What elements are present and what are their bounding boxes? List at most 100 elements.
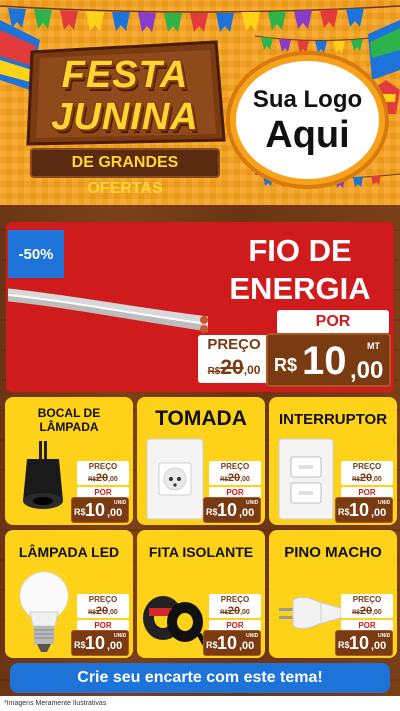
- price-tag: R$ 10 ,00 UNID: [71, 630, 129, 656]
- price-currency: R$: [206, 507, 218, 517]
- product-card[interactable]: FITA ISOLANTE PREÇO R$20,00 POR R$ 10 ,0…: [137, 530, 265, 658]
- old-price-dec: ,00: [108, 476, 118, 483]
- price-tag: R$ 10 ,00 UNID: [335, 497, 393, 523]
- festa-junina-title-board: FESTA JUNINA DE GRANDES OFERTAS: [20, 32, 230, 197]
- hero-unit: MT: [367, 341, 380, 351]
- price-currency: R$: [74, 507, 86, 517]
- create-flyer-button[interactable]: Crie seu encarte com este tema!: [10, 663, 390, 693]
- old-price-dec: ,00: [372, 476, 382, 483]
- price-int: 10: [85, 633, 106, 653]
- product-card[interactable]: PINO MACHO PREÇO R$20,00 POR R$ 10 ,00 U…: [269, 530, 397, 658]
- old-price: R$20,00: [341, 605, 393, 619]
- old-price-currency: R$: [220, 477, 228, 483]
- logo-text-line2: Aqui: [265, 114, 350, 156]
- old-price: R$20,00: [209, 472, 261, 486]
- price-tag: R$ 10 ,00 UNID: [335, 630, 393, 656]
- product-card[interactable]: INTERRUPTOR PREÇO R$20,00 POR R$ 10 ,00 …: [269, 397, 397, 525]
- price-dec: ,00: [239, 640, 255, 652]
- preco-label: PREÇO: [352, 462, 382, 471]
- product-card[interactable]: TOMADA PREÇO R$20,00 POR R$ 10 ,00 UNID: [137, 397, 265, 525]
- price-unit: UNID: [114, 500, 127, 506]
- price-int: 10: [217, 500, 238, 520]
- old-price: R$20,00: [341, 472, 393, 486]
- old-price-currency: R$: [352, 477, 360, 483]
- old-price-int: 20: [227, 472, 241, 484]
- price-int: 10: [349, 500, 370, 520]
- old-price-box: PREÇO R$20,00: [341, 461, 393, 485]
- product-card[interactable]: LÂMPADA LED PREÇO R$20,00 POR R$ 10 ,00 …: [5, 530, 133, 658]
- old-price: R$20,00: [77, 605, 129, 619]
- old-price-dec: ,00: [108, 609, 118, 616]
- power-outlet-image: [146, 438, 204, 520]
- price-currency: R$: [338, 640, 350, 650]
- hero-title-line2: ENERGIA: [229, 271, 371, 306]
- old-price-box: PREÇO R$20,00: [77, 594, 129, 618]
- old-price: R$20,00: [209, 605, 261, 619]
- old-price-currency: R$: [88, 477, 96, 483]
- hero-currency: R$: [274, 355, 298, 375]
- preco-label: PREÇO: [88, 595, 118, 604]
- price-unit: UNID: [246, 500, 259, 506]
- product-card[interactable]: BOCAL DE LÂMPADA PREÇO R$20,00 POR R$ 10…: [5, 397, 133, 525]
- price-dec: ,00: [239, 507, 255, 519]
- old-price-int: 20: [359, 472, 373, 484]
- hero-price-int: 10: [302, 339, 347, 383]
- hero-old-price: R$20,00: [198, 356, 270, 380]
- logo-text-line1: Sua Logo: [252, 86, 363, 113]
- price-dec: ,00: [107, 640, 123, 652]
- product-name: LÂMPADA LED: [18, 544, 120, 560]
- old-price-box: PREÇO R$20,00: [209, 594, 261, 618]
- price-int: 10: [349, 633, 370, 653]
- hero-preco-label: PREÇO: [207, 336, 261, 353]
- price-currency: R$: [74, 640, 86, 650]
- old-price-box: PREÇO R$20,00: [209, 461, 261, 485]
- old-price-currency: R$: [220, 610, 228, 616]
- title-festa: FESTA: [61, 54, 189, 96]
- old-price-int: 20: [359, 605, 373, 617]
- old-price-box: PREÇO R$20,00: [341, 594, 393, 618]
- hero-old-currency: R$: [207, 366, 221, 377]
- price-unit: UNID: [246, 633, 259, 639]
- price-tag: R$ 10 ,00 UNID: [71, 497, 129, 523]
- old-price-int: 20: [227, 605, 241, 617]
- product-name: FITA ISOLANTE: [148, 544, 254, 560]
- hero-product-title: FIO DE ENERGIA: [215, 232, 385, 308]
- hero-price-dec: ,00: [350, 357, 384, 384]
- price-unit: UNID: [378, 500, 391, 506]
- title-junina: JUNINA: [51, 96, 199, 138]
- price-unit: UNID: [378, 633, 391, 639]
- hero-title-line1: FIO DE: [248, 233, 352, 268]
- light-switch-image: [278, 438, 334, 520]
- title-subtitle: DE GRANDES OFERTAS: [30, 148, 220, 197]
- discount-badge: -50%: [8, 230, 64, 278]
- price-currency: R$: [338, 507, 350, 517]
- preco-label: PREÇO: [88, 462, 118, 471]
- lamp-socket-image: [23, 441, 63, 509]
- preco-label: PREÇO: [352, 595, 382, 604]
- header-banner: FESTA JUNINA DE GRANDES OFERTAS Sua Logo…: [0, 0, 400, 205]
- insulating-tape-image: [143, 596, 207, 650]
- price-dec: ,00: [371, 640, 387, 652]
- old-price-int: 20: [95, 605, 109, 617]
- product-name: TOMADA: [155, 407, 247, 430]
- old-price: R$20,00: [77, 472, 129, 486]
- price-unit: UNID: [114, 633, 127, 639]
- price-dec: ,00: [107, 507, 123, 519]
- hero-por-label: POR: [277, 310, 389, 334]
- product-name: BOCAL DE LÂMPADA: [37, 406, 101, 434]
- hero-old-dec: ,00: [243, 363, 261, 377]
- product-name: INTERRUPTOR: [278, 411, 388, 428]
- old-price-int: 20: [95, 472, 109, 484]
- price-int: 10: [85, 500, 106, 520]
- preco-label: PREÇO: [220, 595, 250, 604]
- price-int: 10: [217, 633, 238, 653]
- led-bulb-image: [19, 571, 69, 652]
- product-name: PINO MACHO: [284, 544, 382, 561]
- old-price-dec: ,00: [372, 609, 382, 616]
- hero-old-int: 20: [220, 356, 244, 379]
- logo-placeholder[interactable]: Sua Logo Aqui: [230, 55, 385, 185]
- footer-disclaimer: *Imagens Meramente Ilustrativas: [0, 696, 400, 711]
- electric-cable-image: [8, 288, 208, 333]
- preco-label: PREÇO: [220, 462, 250, 471]
- old-price-dec: ,00: [240, 476, 250, 483]
